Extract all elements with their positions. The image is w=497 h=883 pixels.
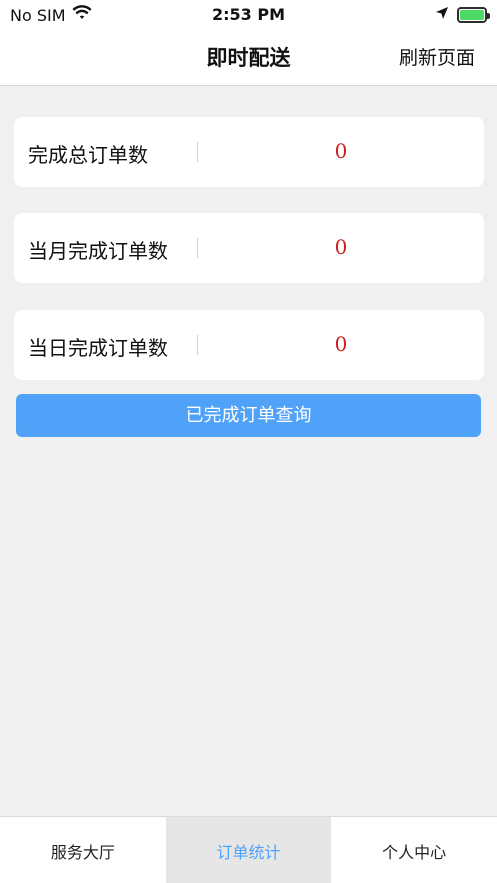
nav-bar: 即时配送 刷新页面: [0, 30, 497, 86]
stat-card-day: 当日完成订单数 0: [14, 310, 484, 380]
stat-value-total: 0: [334, 139, 348, 163]
completed-orders-query-button[interactable]: 已完成订单查询: [16, 394, 481, 437]
status-bar: No SIM 2:53 PM: [0, 0, 497, 30]
location-arrow-icon: [435, 5, 449, 24]
status-right: [435, 5, 490, 24]
tab-order-stats[interactable]: 订单统计: [165, 817, 332, 883]
stat-label-month: 当月完成订单数: [28, 239, 168, 263]
tab-personal-center[interactable]: 个人中心: [331, 817, 497, 883]
status-time: 2:53 PM: [211, 5, 285, 24]
stat-label-total: 完成总订单数: [28, 143, 148, 167]
tab-bar: 服务大厅 订单统计 个人中心: [0, 816, 497, 883]
refresh-page-button[interactable]: 刷新页面: [399, 43, 475, 70]
stat-label-day: 当日完成订单数: [28, 336, 168, 360]
main-content: 完成总订单数 0 当月完成订单数 0 当日完成订单数 0 已完成订单查询: [0, 86, 497, 816]
battery-charging-icon: [457, 6, 490, 23]
stat-card-total: 完成总订单数 0: [14, 117, 484, 187]
tab-service-hall[interactable]: 服务大厅: [0, 817, 166, 883]
stat-value-month: 0: [334, 235, 348, 259]
stat-card-month: 当月完成订单数 0: [14, 213, 484, 283]
stat-value-day: 0: [334, 332, 348, 356]
